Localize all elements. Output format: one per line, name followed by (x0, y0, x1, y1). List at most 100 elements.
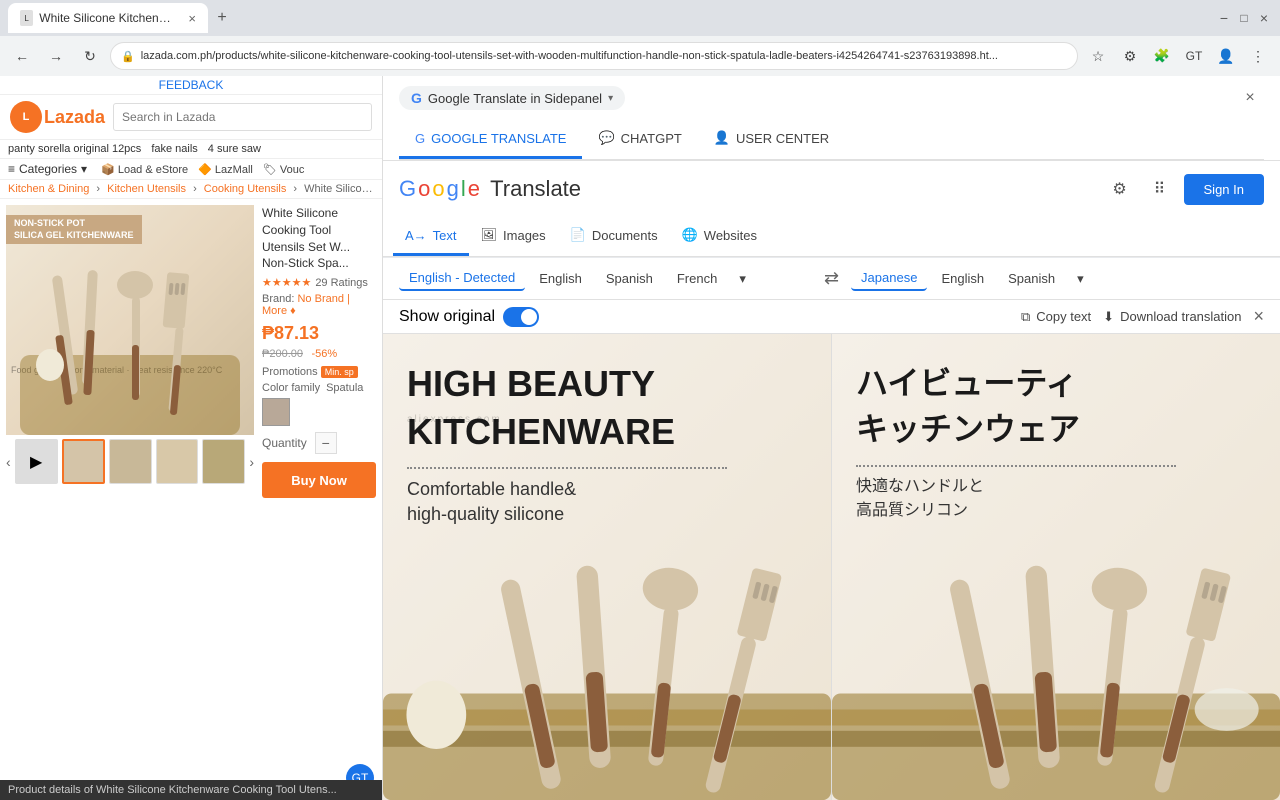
browser-tab[interactable]: L White Silicone Kitchenware C... × (8, 3, 208, 33)
maximize-button[interactable]: □ (1236, 10, 1252, 26)
nav-item-voucher[interactable]: 🏷 Vouc (263, 163, 305, 176)
target-lang-spanish[interactable]: Spanish (998, 267, 1065, 290)
signin-button[interactable]: Sign In (1184, 174, 1264, 205)
thumbnail-1[interactable] (62, 439, 105, 484)
profile-icon[interactable]: 👤 (1212, 42, 1240, 70)
service-tab-images-label: Images (503, 228, 546, 243)
source-lang-english[interactable]: English (529, 267, 592, 290)
minimize-button[interactable]: − (1216, 10, 1232, 26)
thumb-prev[interactable]: ‹ (6, 454, 11, 470)
show-original-label: Show original (399, 308, 495, 326)
color-swatch[interactable] (262, 398, 290, 426)
original-banner: HIGH BEAUTY KITCHENWARE aliexpress.com C… (383, 334, 831, 800)
new-tab-button[interactable]: + (208, 4, 236, 32)
quantity-label: Quantity (262, 436, 307, 450)
google-translate-panel: G Google Translate in Sidepanel ▾ × G GO… (383, 76, 1280, 800)
original-subtitle-line2: high-quality silicone (407, 502, 807, 527)
extensions-puzzle-icon[interactable]: 🧩 (1148, 42, 1176, 70)
breadcrumb-current: White Silicone Kitc... (304, 183, 382, 195)
nav-bar: ← → ↻ 🔒 lazada.com.ph/products/white-sil… (0, 36, 1280, 76)
target-lang-japanese[interactable]: Japanese (851, 266, 927, 291)
source-lang-more[interactable]: ▾ (731, 267, 754, 291)
settings-button[interactable]: ⚙ (1104, 173, 1136, 205)
color-family-label: Color family (262, 382, 320, 394)
service-tab-images[interactable]: 🖼 Images (469, 217, 558, 256)
panel-dropdown[interactable]: G Google Translate in Sidepanel ▾ (399, 86, 625, 110)
logo-o2: o (432, 176, 444, 202)
service-tab-websites[interactable]: 🌐 Websites (670, 217, 769, 256)
categories-label: Categories (19, 162, 77, 176)
buy-now-button[interactable]: Buy Now (262, 462, 376, 498)
target-lang-more[interactable]: ▾ (1069, 267, 1092, 291)
product-info: White Silicone Cooking Tool Utensils Set… (262, 205, 376, 498)
breadcrumb-kitchen-dining[interactable]: Kitchen & Dining (8, 183, 89, 195)
reload-button[interactable]: ↻ (76, 42, 104, 70)
feedback-bar[interactable]: FEEDBACK (0, 76, 382, 95)
tab-chatgpt[interactable]: 💬 CHATGPT (582, 120, 697, 159)
logo-e: e (468, 176, 480, 202)
watermark-text: aliexpress.com (407, 414, 502, 425)
service-tab-text[interactable]: A→ Text (393, 217, 469, 256)
gt-main-header: G o o g l e Translate ⚙ ⠿ Sign In (383, 161, 1280, 258)
nav-item-estore[interactable]: 📦 Load & eStore (101, 163, 188, 176)
menu-icon[interactable]: ⋮ (1244, 42, 1272, 70)
show-original-toggle[interactable] (503, 307, 539, 327)
brand-value[interactable]: No Brand (297, 293, 343, 305)
swap-languages-button[interactable]: ⇄ (816, 268, 847, 289)
quantity-decrease[interactable]: − (315, 432, 337, 454)
breadcrumb-kitchen-utensils[interactable]: Kitchen Utensils (107, 183, 186, 195)
forward-button[interactable]: → (42, 42, 70, 70)
search-input[interactable] (113, 103, 372, 131)
address-bar[interactable]: 🔒 lazada.com.ph/products/white-silicone-… (110, 42, 1078, 70)
thumbnail-3[interactable] (156, 439, 199, 484)
text-translate-icon: A→ (405, 228, 427, 243)
thumbnail-2[interactable] (109, 439, 152, 484)
logo-o1: o (418, 176, 430, 202)
close-button[interactable]: × (1256, 10, 1272, 26)
tab-google-translate[interactable]: G GOOGLE TRANSLATE (399, 120, 582, 159)
panel-close-button[interactable]: × (1236, 84, 1264, 112)
service-tab-documents[interactable]: 📄 Documents (558, 217, 670, 256)
lazada-logo[interactable]: L Lazada (10, 101, 105, 133)
thumbnail-4[interactable] (202, 439, 245, 484)
gt-logo: G o o g l e Translate (399, 176, 581, 202)
apps-button[interactable]: ⠿ (1144, 173, 1176, 205)
thumb-next[interactable]: › (249, 454, 254, 470)
service-tabs: A→ Text 🖼 Images 📄 Documents 🌐 Websites (383, 217, 1280, 257)
download-translation-button[interactable]: ⬇ Download translation (1103, 309, 1241, 325)
tab-user-center-label: USER CENTER (736, 131, 829, 146)
copy-text-button[interactable]: ⧉ Copy text (1021, 309, 1091, 325)
extensions-icon[interactable]: ⚙ (1116, 42, 1144, 70)
panel-header: G Google Translate in Sidepanel ▾ × G GO… (383, 76, 1280, 161)
thumbnail-video[interactable]: ▶ (15, 439, 58, 484)
tab-title: White Silicone Kitchenware C... (39, 11, 178, 25)
source-lang-french[interactable]: French (667, 267, 727, 290)
url-text: lazada.com.ph/products/white-silicone-ki… (141, 50, 998, 62)
panel-dropdown-label: Google Translate in Sidepanel (428, 91, 602, 106)
back-button[interactable]: ← (8, 42, 36, 70)
brand-label: Brand: (262, 293, 294, 305)
source-lang-options: English - Detected English Spanish Frenc… (399, 266, 812, 291)
close-translation-button[interactable]: × (1253, 306, 1264, 327)
categories-button[interactable]: ≡ Categories ▾ (8, 162, 87, 176)
original-title-line1: HIGH BEAUTY (407, 364, 807, 404)
breadcrumb-cooking-utensils[interactable]: Cooking Utensils (204, 183, 287, 195)
target-lang-english[interactable]: English (931, 267, 994, 290)
translated-title-line2: キッチンウェア (856, 410, 1256, 448)
nav-item-lazmall[interactable]: 🔶 LazMall (198, 163, 253, 176)
product-area: NON-STICK POT SILICA GEL KITCHENWARE Foo… (0, 199, 382, 504)
product-illustration (20, 255, 240, 435)
tab-close-icon[interactable]: × (188, 11, 196, 26)
promotions-row: Promotions Min. sp (262, 366, 376, 378)
translated-banner: ハイビューティ キッチンウェア 快適なハンドルと 高品質シリコン (831, 334, 1280, 800)
tab-user-center[interactable]: 👤 USER CENTER (698, 120, 845, 159)
source-lang-detected[interactable]: English - Detected (399, 266, 525, 291)
translate-ext-icon[interactable]: GT (1180, 42, 1208, 70)
product-thumbnails: ‹ ▶ › (6, 439, 254, 484)
promo-badge: Min. sp (321, 366, 358, 378)
source-lang-spanish[interactable]: Spanish (596, 267, 663, 290)
quantity-row: Quantity − (262, 432, 376, 454)
bookmark-icon[interactable]: ☆ (1084, 42, 1112, 70)
brand-row: Brand: No Brand | More ♦ (262, 293, 376, 317)
discount-label: -56% (311, 348, 337, 360)
